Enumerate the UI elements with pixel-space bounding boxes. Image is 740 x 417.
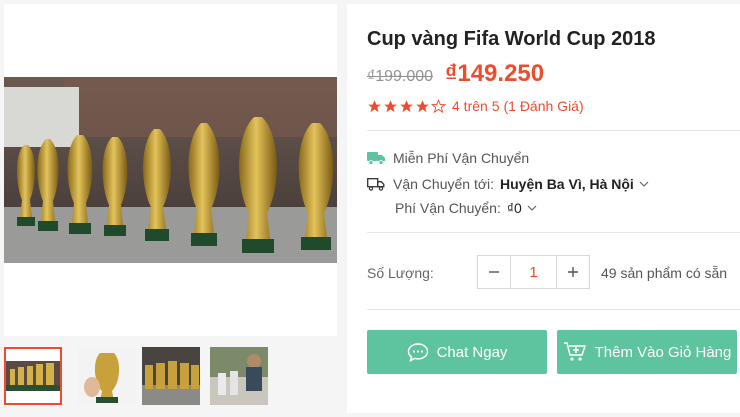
quantity-stepper: 1 [477, 255, 590, 289]
chevron-down-icon[interactable] [526, 202, 538, 214]
product-info-panel: Cup vàng Fifa World Cup 2018 ₫199.000 ₫1… [347, 4, 740, 413]
quantity-label: Số Lượng: [367, 265, 434, 281]
add-to-cart-icon [563, 342, 586, 361]
ship-fee-value[interactable]: ₫0 [507, 200, 522, 216]
rating-count: (1 Đánh Giá) [503, 98, 584, 114]
ship-to-row: Vận Chuyển tới: Huyện Ba Vì, Hà Nội [367, 176, 650, 192]
star-empty-icon [431, 98, 446, 113]
ship-to-location[interactable]: Huyện Ba Vì, Hà Nội [500, 176, 634, 192]
chat-now-label: Chat Ngay [436, 343, 508, 361]
add-to-cart-label: Thêm Vào Giỏ Hàng [594, 343, 732, 361]
ship-to-label: Vận Chuyển tới: [393, 176, 495, 192]
star-filled-icon [368, 99, 381, 112]
rating-score: 4 trên 5 [452, 98, 500, 114]
price-row: ₫199.000 ₫149.250 [367, 60, 544, 88]
quantity-input[interactable]: 1 [510, 256, 557, 288]
main-image-card [4, 4, 337, 336]
ship-fee-label: Phí Vận Chuyển: [395, 200, 501, 216]
chevron-down-icon[interactable] [638, 178, 650, 190]
free-shipping-label: Miễn Phí Vận Chuyển [393, 150, 530, 166]
product-title: Cup vàng Fifa World Cup 2018 [367, 28, 656, 50]
thumbnail-2[interactable] [78, 347, 136, 405]
divider [367, 232, 740, 233]
add-to-cart-button[interactable]: Thêm Vào Giỏ Hàng [557, 330, 737, 374]
ship-fee-row: Phí Vận Chuyển: ₫0 [395, 200, 538, 216]
rating-stars [367, 98, 447, 114]
plus-icon [568, 267, 578, 277]
thumbnail-strip [4, 347, 340, 407]
free-shipping-truck-icon [367, 152, 385, 165]
decrease-quantity-button[interactable] [478, 256, 510, 288]
star-filled-icon [416, 99, 429, 112]
minus-icon [489, 271, 499, 273]
thumbnail-3[interactable] [142, 347, 200, 405]
truck-icon [367, 178, 385, 191]
product-gallery [0, 0, 340, 417]
divider [367, 130, 740, 131]
divider [367, 309, 740, 310]
star-filled-icon [400, 99, 413, 112]
chat-now-button[interactable]: Chat Ngay [367, 330, 547, 374]
increase-quantity-button[interactable] [557, 256, 589, 288]
free-shipping-row: Miễn Phí Vận Chuyển [367, 150, 529, 166]
rating-row[interactable]: 4 trên 5 (1 Đánh Giá) [367, 98, 584, 114]
stock-availability: 49 sản phẩm có sẵn [601, 265, 728, 281]
sale-price: ₫149.250 [445, 60, 545, 87]
star-filled-icon [384, 99, 397, 112]
thumbnail-1[interactable] [4, 347, 62, 405]
main-product-image[interactable] [4, 77, 337, 263]
original-price: ₫199.000 [367, 68, 434, 85]
chat-bubble-icon [407, 343, 428, 362]
thumbnail-4[interactable] [210, 347, 268, 405]
